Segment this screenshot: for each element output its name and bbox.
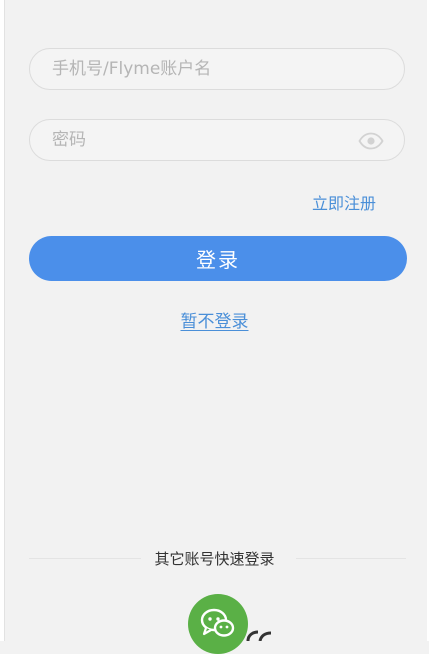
wechat-icon xyxy=(200,608,235,637)
skip-login-link[interactable]: 暂不登录 xyxy=(0,307,429,332)
partial-icon xyxy=(246,630,272,641)
register-link[interactable]: 立即注册 xyxy=(312,190,376,214)
eye-icon[interactable] xyxy=(358,132,384,150)
username-field[interactable] xyxy=(29,48,405,90)
username-input[interactable] xyxy=(52,49,382,89)
login-button[interactable]: 登录 xyxy=(29,236,407,281)
password-input[interactable] xyxy=(52,120,342,160)
other-login-label: 其它账号快速登录 xyxy=(154,550,275,568)
password-field[interactable] xyxy=(29,119,405,161)
skip-login-label[interactable]: 暂不登录 xyxy=(181,312,249,332)
wechat-login-button[interactable] xyxy=(188,594,248,654)
